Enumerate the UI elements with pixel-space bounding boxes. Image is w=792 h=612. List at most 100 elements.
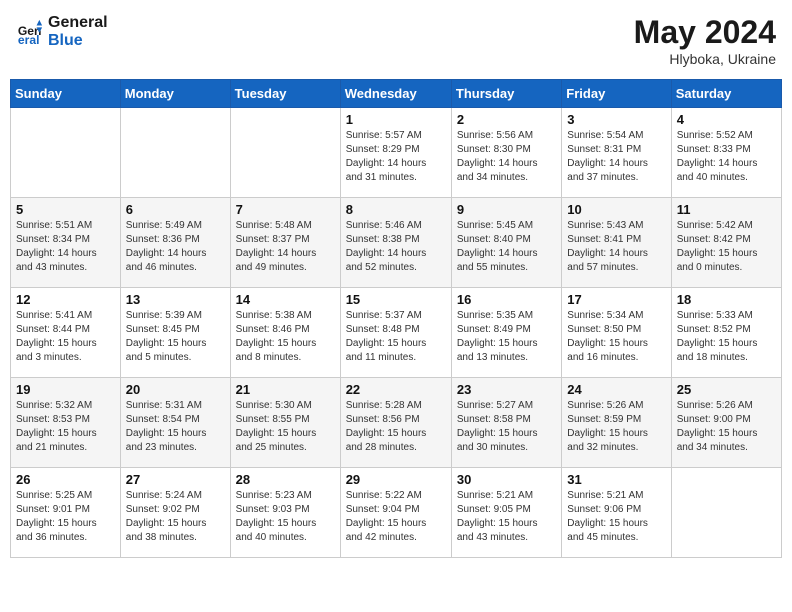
day-number: 2 [457,112,556,127]
calendar-cell: 13 Sunrise: 5:39 AMSunset: 8:45 PMDayligh… [120,288,230,378]
day-info: Sunrise: 5:52 AMSunset: 8:33 PMDaylight:… [677,129,776,185]
day-info: Sunrise: 5:54 AMSunset: 8:31 PMDaylight:… [567,129,665,185]
calendar-cell: 16 Sunrise: 5:35 AMSunset: 8:49 PMDayligh… [451,288,561,378]
day-info: Sunrise: 5:30 AMSunset: 8:55 PMDaylight:… [236,399,335,455]
day-info: Sunrise: 5:43 AMSunset: 8:41 PMDaylight:… [567,219,665,275]
page-header: Gen eral General Blue May 2024 Hlyboka, … [10,10,782,71]
calendar-cell: 8Sunrise: 5:46 AMSunset: 8:38 PMDaylight… [340,198,451,288]
calendar-cell: 3 Sunrise: 5:54 AMSunset: 8:31 PMDaylight… [562,108,671,198]
day-number: 19 [16,382,115,397]
day-number: 13 [126,292,225,307]
day-number: 17 [567,292,665,307]
calendar-cell: 23 Sunrise: 5:27 AMSunset: 8:58 PMDayligh… [451,378,561,468]
day-number: 9 [457,202,556,217]
calendar-cell: 30Sunrise: 5:21 AMSunset: 9:05 PMDayligh… [451,468,561,558]
day-info: Sunrise: 5:35 AMSunset: 8:49 PMDaylight:… [457,309,556,365]
calendar-cell: 21 Sunrise: 5:30 AMSunset: 8:55 PMDayligh… [230,378,340,468]
day-info: Sunrise: 5:25 AMSunset: 9:01 PMDaylight:… [16,489,115,545]
calendar-cell: 22Sunrise: 5:28 AMSunset: 8:56 PMDayligh… [340,378,451,468]
calendar-week-row: 12Sunrise: 5:41 AMSunset: 8:44 PMDayligh… [11,288,782,378]
day-number: 21 [236,382,335,397]
calendar-cell: 29 Sunrise: 5:22 AMSunset: 9:04 PMDayligh… [340,468,451,558]
day-number: 24 [567,382,665,397]
day-info: Sunrise: 5:31 AMSunset: 8:54 PMDaylight:… [126,399,225,455]
weekday-header-monday: Monday [120,80,230,108]
calendar-cell: 7Sunrise: 5:48 AMSunset: 8:37 PMDaylight… [230,198,340,288]
day-info: Sunrise: 5:39 AMSunset: 8:45 PMDaylight:… [126,309,225,365]
day-info: Sunrise: 5:26 AMSunset: 8:59 PMDaylight:… [567,399,665,455]
calendar-cell [11,108,121,198]
day-number: 29 [346,472,446,487]
logo-icon: Gen eral [16,18,44,46]
day-info: Sunrise: 5:41 AMSunset: 8:44 PMDaylight:… [16,309,115,365]
calendar-week-row: 26 Sunrise: 5:25 AMSunset: 9:01 PMDayligh… [11,468,782,558]
calendar-cell: 27Sunrise: 5:24 AMSunset: 9:02 PMDayligh… [120,468,230,558]
day-number: 5 [16,202,115,217]
calendar-cell: 10 Sunrise: 5:43 AMSunset: 8:41 PMDayligh… [562,198,671,288]
logo: Gen eral General Blue [16,14,108,49]
day-info: Sunrise: 5:37 AMSunset: 8:48 PMDaylight:… [346,309,446,365]
calendar-cell: 9 Sunrise: 5:45 AMSunset: 8:40 PMDaylight… [451,198,561,288]
day-number: 23 [457,382,556,397]
calendar-cell [230,108,340,198]
day-number: 31 [567,472,665,487]
logo-text-line1: General [48,14,108,32]
day-info: Sunrise: 5:45 AMSunset: 8:40 PMDaylight:… [457,219,556,275]
day-number: 20 [126,382,225,397]
calendar-cell: 20 Sunrise: 5:31 AMSunset: 8:54 PMDayligh… [120,378,230,468]
day-info: Sunrise: 5:21 AMSunset: 9:06 PMDaylight:… [567,489,665,545]
calendar-cell: 31 Sunrise: 5:21 AMSunset: 9:06 PMDayligh… [562,468,671,558]
calendar-cell: 6 Sunrise: 5:49 AMSunset: 8:36 PMDaylight… [120,198,230,288]
calendar-cell: 14Sunrise: 5:38 AMSunset: 8:46 PMDayligh… [230,288,340,378]
calendar-cell: 28Sunrise: 5:23 AMSunset: 9:03 PMDayligh… [230,468,340,558]
day-info: Sunrise: 5:32 AMSunset: 8:53 PMDaylight:… [16,399,115,455]
calendar-cell: 4 Sunrise: 5:52 AMSunset: 8:33 PMDaylight… [671,108,781,198]
calendar-cell: 11 Sunrise: 5:42 AMSunset: 8:42 PMDayligh… [671,198,781,288]
calendar-week-row: 19 Sunrise: 5:32 AMSunset: 8:53 PMDayligh… [11,378,782,468]
day-number: 18 [677,292,776,307]
day-number: 27 [126,472,225,487]
day-info: Sunrise: 5:23 AMSunset: 9:03 PMDaylight:… [236,489,335,545]
calendar-cell: 15 Sunrise: 5:37 AMSunset: 8:48 PMDayligh… [340,288,451,378]
weekday-header-tuesday: Tuesday [230,80,340,108]
day-info: Sunrise: 5:42 AMSunset: 8:42 PMDaylight:… [677,219,776,275]
day-info: Sunrise: 5:49 AMSunset: 8:36 PMDaylight:… [126,219,225,275]
weekday-header-sunday: Sunday [11,80,121,108]
day-info: Sunrise: 5:33 AMSunset: 8:52 PMDaylight:… [677,309,776,365]
day-number: 16 [457,292,556,307]
calendar-table: SundayMondayTuesdayWednesdayThursdayFrid… [10,79,782,558]
month-year-title: May 2024 [634,14,776,51]
day-number: 8 [346,202,446,217]
day-info: Sunrise: 5:26 AMSunset: 9:00 PMDaylight:… [677,399,776,455]
weekday-header-wednesday: Wednesday [340,80,451,108]
day-info: Sunrise: 5:22 AMSunset: 9:04 PMDaylight:… [346,489,446,545]
day-info: Sunrise: 5:56 AMSunset: 8:30 PMDaylight:… [457,129,556,185]
weekday-header-thursday: Thursday [451,80,561,108]
weekday-header-friday: Friday [562,80,671,108]
day-number: 26 [16,472,115,487]
calendar-cell: 5 Sunrise: 5:51 AMSunset: 8:34 PMDaylight… [11,198,121,288]
calendar-cell: 19 Sunrise: 5:32 AMSunset: 8:53 PMDayligh… [11,378,121,468]
day-info: Sunrise: 5:38 AMSunset: 8:46 PMDaylight:… [236,309,335,365]
calendar-cell: 12Sunrise: 5:41 AMSunset: 8:44 PMDayligh… [11,288,121,378]
calendar-cell: 1Sunrise: 5:57 AMSunset: 8:29 PMDaylight… [340,108,451,198]
day-info: Sunrise: 5:51 AMSunset: 8:34 PMDaylight:… [16,219,115,275]
weekday-header-saturday: Saturday [671,80,781,108]
day-info: Sunrise: 5:57 AMSunset: 8:29 PMDaylight:… [346,129,446,185]
calendar-cell [120,108,230,198]
day-number: 4 [677,112,776,127]
day-number: 7 [236,202,335,217]
day-number: 15 [346,292,446,307]
day-info: Sunrise: 5:27 AMSunset: 8:58 PMDaylight:… [457,399,556,455]
day-info: Sunrise: 5:21 AMSunset: 9:05 PMDaylight:… [457,489,556,545]
calendar-cell: 26 Sunrise: 5:25 AMSunset: 9:01 PMDayligh… [11,468,121,558]
day-number: 25 [677,382,776,397]
day-number: 3 [567,112,665,127]
day-number: 11 [677,202,776,217]
calendar-cell: 18 Sunrise: 5:33 AMSunset: 8:52 PMDayligh… [671,288,781,378]
calendar-cell: 25 Sunrise: 5:26 AMSunset: 9:00 PMDayligh… [671,378,781,468]
calendar-week-row: 1Sunrise: 5:57 AMSunset: 8:29 PMDaylight… [11,108,782,198]
svg-text:eral: eral [18,33,40,46]
day-number: 10 [567,202,665,217]
day-number: 6 [126,202,225,217]
